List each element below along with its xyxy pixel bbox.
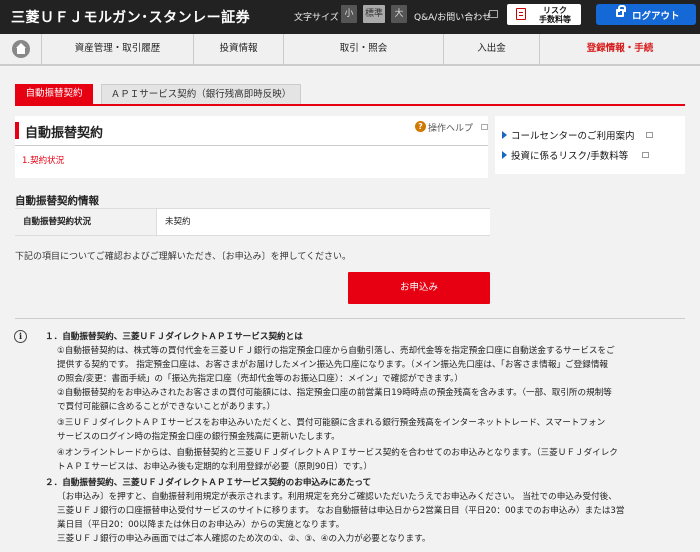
info-line: 三菱ＵＦＪ銀行の申込み画面ではご本人確認のため次の①、②、③、④の入力が必要とな… <box>57 534 431 544</box>
logout-label: ログアウト <box>632 11 680 22</box>
new-window-icon <box>489 10 498 18</box>
info-heading-1: １．自動振替契約、三菱ＵＦＪダイレクトＡＰＩサービス契約とは <box>45 332 303 342</box>
info-line: で買付可能額に含めることができないことがあります。） <box>57 402 276 412</box>
info-icon: i <box>14 330 27 343</box>
info-line: ④オンライントレードからは、自動振替契約と三菱ＵＦＪダイレクトＡＰＩサービス契約… <box>57 448 618 458</box>
info-line: ①自動振替契約は、株式等の買付代金を三菱ＵＦＪ銀行の指定預金口座から自動引落し、… <box>57 346 615 356</box>
logout-button[interactable]: ログアウト <box>596 4 696 25</box>
help-icon[interactable]: ? <box>415 121 426 132</box>
info-line: 業日目（平日20：00以降または休日のお申込み）からの実施となります。 <box>57 520 345 530</box>
apply-button[interactable]: お申込み <box>348 272 490 304</box>
arrow-right-icon <box>502 131 507 139</box>
nav-item-trading[interactable]: 取引・照会 <box>284 34 444 64</box>
tab-auto-transfer[interactable]: 自動振替契約 <box>15 84 93 104</box>
info-line: 〔お申込み〕を押すと、自動振替利用規定が表示されます。利用規定を充分ご確認いただ… <box>57 492 617 502</box>
faq-link[interactable]: Q&A/お問い合わせ <box>414 10 491 23</box>
operation-help-link[interactable]: 操作ヘルプ <box>428 121 473 134</box>
info-line: ②自動振替契約をお申込みされたお客さまの買付可能額には、指定預金口座の前営業日1… <box>57 388 612 398</box>
new-window-icon <box>642 152 649 158</box>
risk-fees-link[interactable]: 投資に係るリスク/手数料等 <box>511 148 628 162</box>
arrow-right-icon <box>502 151 507 159</box>
nav-item-registration[interactable]: 登録情報・手続 <box>540 34 700 64</box>
header-bar: 三菱ＵＦＪモルガン･スタンレー証券 文字サイズ 小 標準 大 Q&A/お問い合わ… <box>0 0 700 34</box>
info-line: ③三ＵＦＪダイレクトＡＰＩサービスをお申込みいただくと、買付可能額に含まれる銀行… <box>57 418 606 428</box>
contract-info-table: 自動振替契約状況 未契約 <box>15 208 490 236</box>
main-nav: 資産管理・取引履歴 投資情報 取引・照会 入出金 登録情報・手続 <box>0 34 700 66</box>
risk-fees-label: リスク 手数料等 <box>539 6 571 24</box>
info-line: 三菱ＵＦＪ銀行の口座振替申込受付サービスのサイトに移ります。 なお自動振替は申込… <box>57 506 625 516</box>
step-label: 1.契約状況 <box>22 156 65 166</box>
risk-fees-button[interactable]: リスク 手数料等 <box>507 4 581 25</box>
separator <box>15 318 685 319</box>
page-title: 自動振替契約 <box>25 126 104 141</box>
tab-underline <box>15 104 685 106</box>
new-window-icon <box>481 124 488 130</box>
brand-logo[interactable]: 三菱ＵＦＪモルガン･スタンレー証券 <box>11 7 250 27</box>
info-line: サービスのログイン時の指定預金口座の銀行預金残高に更新いたします。 <box>57 432 340 442</box>
nav-item-investment-info[interactable]: 投資情報 <box>194 34 284 64</box>
call-center-link[interactable]: コールセンターのご利用案内 <box>511 128 635 142</box>
home-icon <box>12 40 30 58</box>
lock-icon <box>616 5 626 17</box>
font-size-standard-button[interactable]: 標準 <box>363 5 385 23</box>
info-line: の照会/変更：書面手続」の「振込先指定口座（売却代金等のお振込口座）：メイン」で… <box>57 374 463 384</box>
nav-item-assets[interactable]: 資産管理・取引履歴 <box>42 34 194 64</box>
nav-item-deposit[interactable]: 入出金 <box>444 34 540 64</box>
contract-status-value: 未契約 <box>165 217 191 227</box>
info-line: 提供する契約です。 指定預金口座は、お客さまがお届けしたメイン振込先口座になりま… <box>57 360 609 370</box>
font-size-label: 文字サイズ <box>294 13 339 23</box>
notice-text: 下記の項目についてご確認およびご理解いただき、〔お申込み〕を押してください。 <box>15 252 352 262</box>
info-heading-2: ２．自動振替契約、三菱ＵＦＪダイレクトＡＰＩサービス契約のお申込みにあたって <box>45 478 372 488</box>
font-size-small-button[interactable]: 小 <box>341 5 357 23</box>
nav-home[interactable] <box>0 34 42 64</box>
contract-status-label: 自動振替契約状況 <box>15 209 157 235</box>
side-links-box: コールセンターのご利用案内 投資に係るリスク/手数料等 <box>495 116 685 174</box>
font-size-large-button[interactable]: 大 <box>391 5 407 23</box>
divider <box>15 145 488 146</box>
info-line: トＡＰＩサービスは、お申込み後も定期的な利用登録が必要（原則90日）です。） <box>57 462 373 472</box>
new-window-icon <box>646 132 653 138</box>
document-icon <box>516 8 526 20</box>
tab-api-service[interactable]: ＡＰＩサービス契約（銀行残高即時反映） <box>101 84 301 104</box>
title-accent-bar <box>15 122 19 139</box>
section-title: 自動振替契約情報 <box>15 195 99 207</box>
